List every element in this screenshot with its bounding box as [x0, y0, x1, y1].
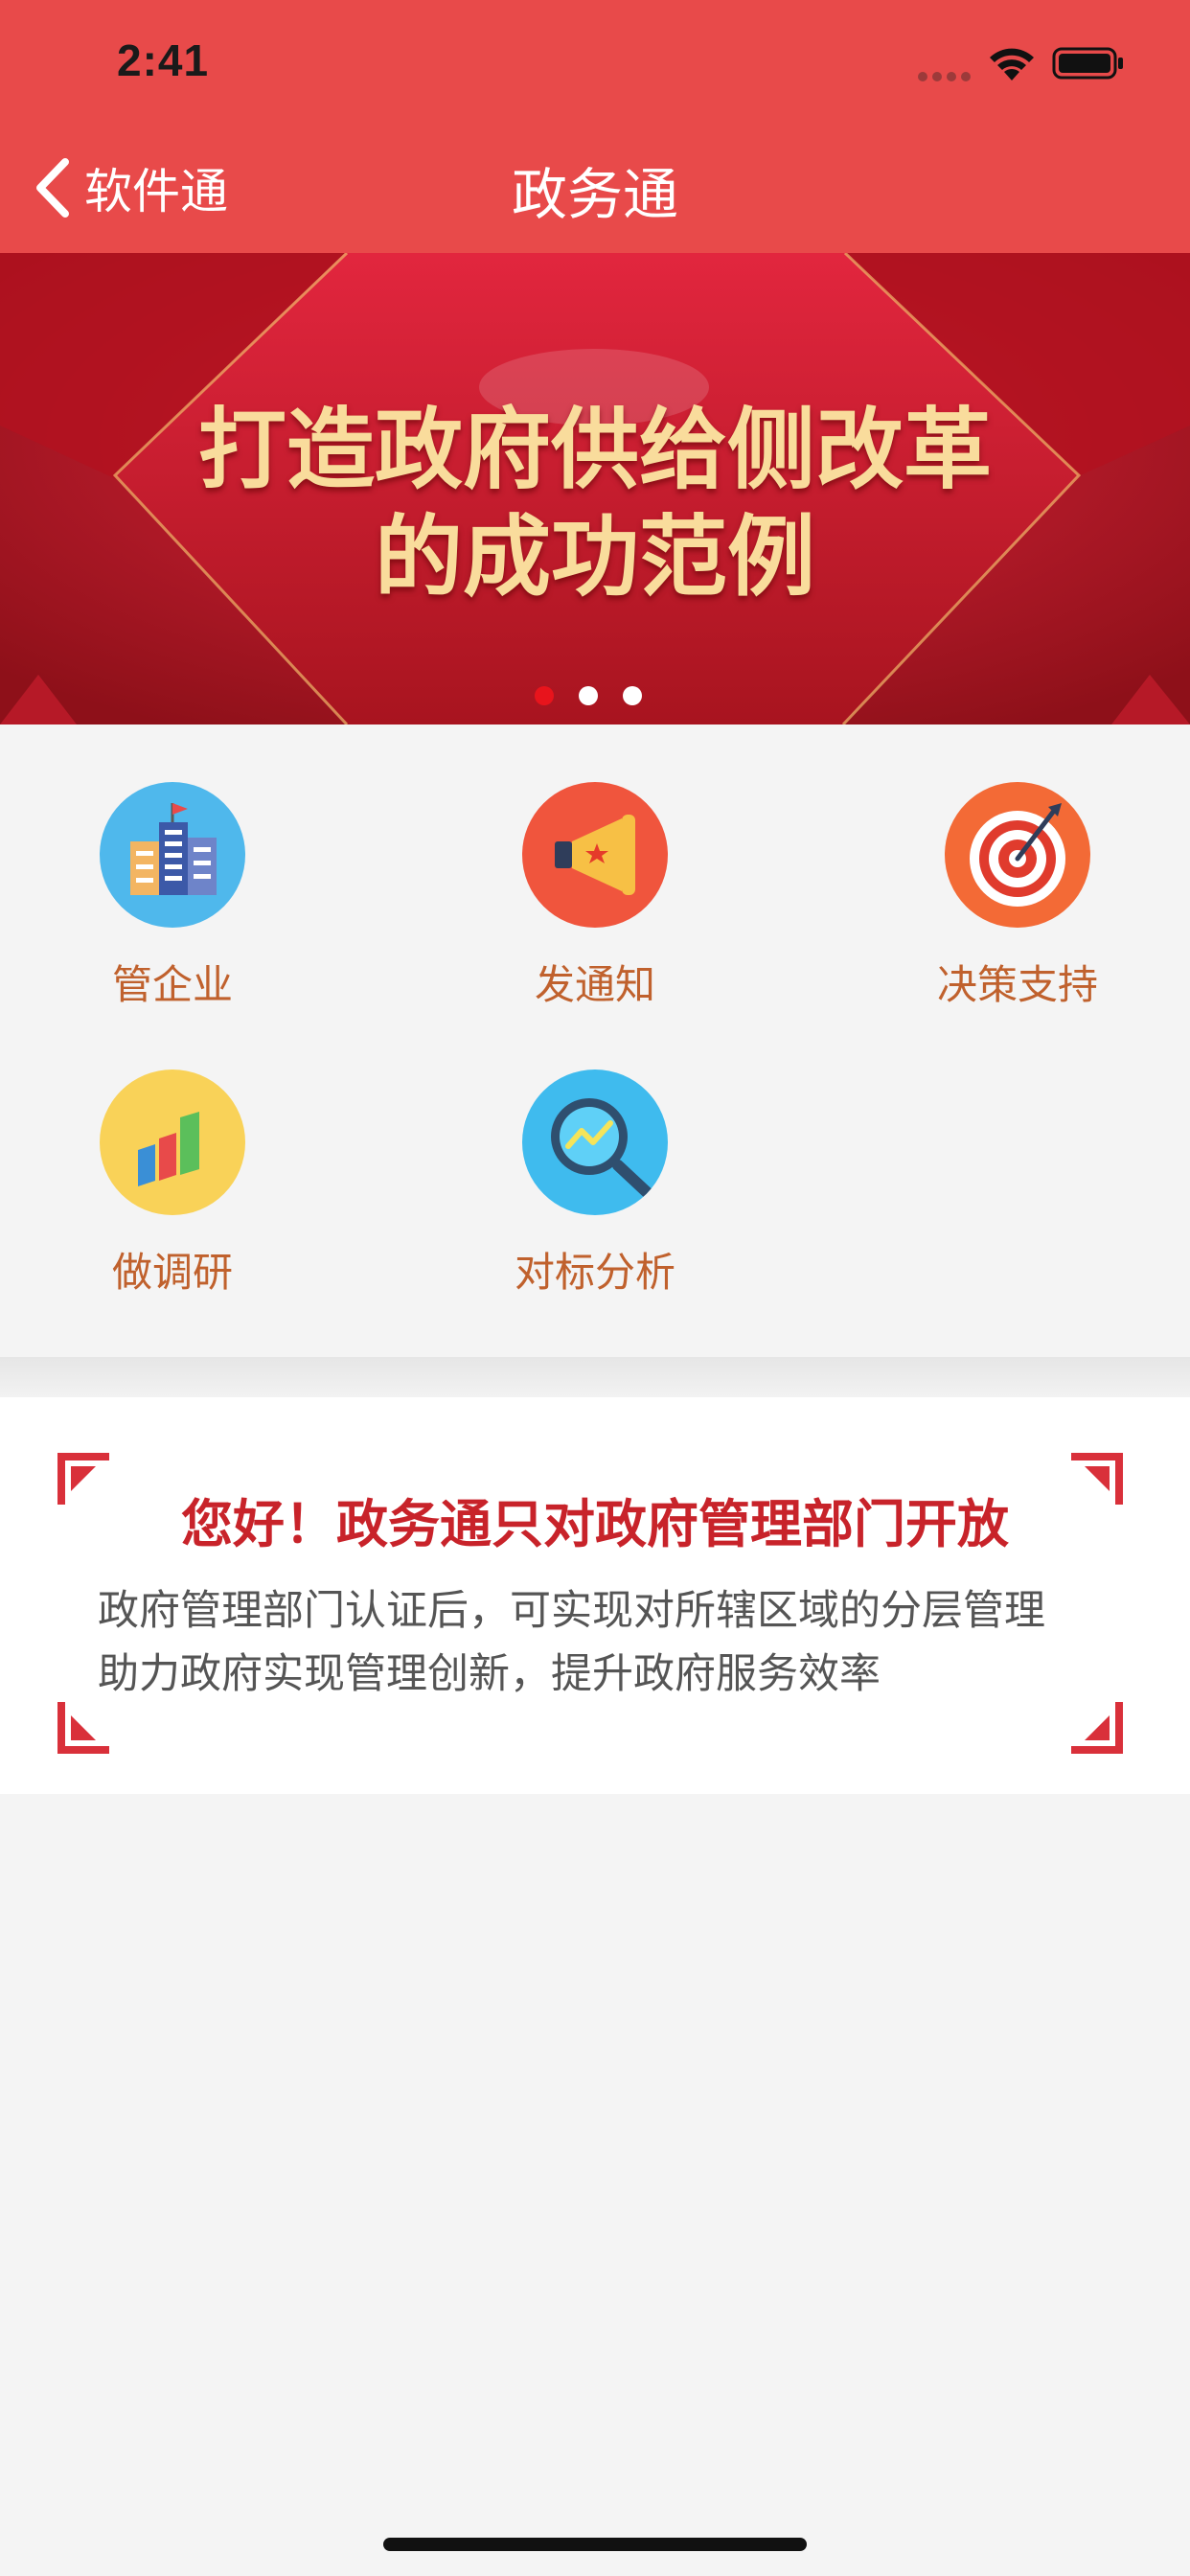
banner-line-1: 打造政府供给侧改革	[197, 399, 992, 501]
cellular-signal-icon	[918, 72, 971, 81]
grid-item-manage-enterprise[interactable]: 管企业	[29, 782, 316, 1011]
grid-item-label: 对标分析	[514, 1249, 675, 1296]
target-dart-icon	[945, 782, 1090, 928]
grid-item-benchmark-analysis[interactable]: 对标分析	[451, 1070, 739, 1299]
carousel-indicator[interactable]	[535, 686, 659, 707]
notice-line-1: 政府管理部门认证后，可实现对所辖区域的分层管理	[98, 1587, 1045, 1635]
banner-headline: 打造政府供给侧改革 的成功范例	[0, 397, 1190, 611]
notice-card: 您好！政务通只对政府管理部门开放 政府管理部门认证后，可实现对所辖区域的分层管理…	[0, 1397, 1190, 1794]
corner-bracket-bottom-left	[57, 1702, 109, 1754]
carousel-dot-3[interactable]	[623, 686, 642, 705]
grid-item-label: 发通知	[534, 961, 655, 1008]
notice-title: 您好！政务通只对政府管理部门开放	[181, 1494, 1009, 1554]
battery-icon	[1052, 47, 1123, 80]
company-buildings-icon	[100, 782, 245, 928]
notice-line-2: 助力政府实现管理创新，提升政府服务效率	[98, 1650, 881, 1698]
promo-banner[interactable]: 打造政府供给侧改革 的成功范例	[0, 253, 1190, 724]
grid-item-research[interactable]: 做调研	[29, 1070, 316, 1299]
megaphone-icon	[522, 782, 668, 928]
wifi-icon	[990, 48, 1034, 80]
corner-bracket-bottom-right	[1071, 1702, 1123, 1754]
banner-line-2: 的成功范例	[374, 506, 815, 609]
home-indicator[interactable]	[383, 2538, 807, 2551]
section-divider	[0, 1357, 1190, 1397]
grid-item-label: 做调研	[111, 1249, 233, 1296]
status-time: 2:41	[117, 35, 210, 85]
header-bar: 2:41 软件通 政务通	[0, 0, 1190, 253]
carousel-dot-1[interactable]	[535, 686, 554, 705]
grid-item-label: 决策支持	[936, 961, 1098, 1008]
grid-item-label: 管企业	[111, 961, 233, 1008]
carousel-dot-2[interactable]	[579, 686, 598, 705]
grid-item-decision-support[interactable]: 决策支持	[874, 782, 1161, 1011]
page-title: 政务通	[511, 162, 678, 227]
bar-chart-icon	[100, 1070, 245, 1215]
notice-body: 政府管理部门认证后，可实现对所辖区域的分层管理 助力政府实现管理创新，提升政府服…	[98, 1579, 1133, 1706]
grid-item-send-notice[interactable]: 发通知	[451, 782, 739, 1011]
magnifier-trend-icon	[522, 1070, 668, 1215]
